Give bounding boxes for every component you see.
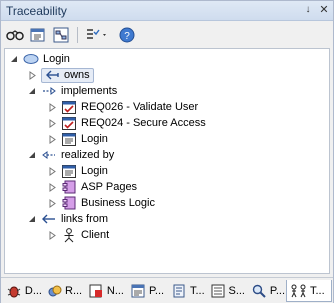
window-title: Traceability: [6, 4, 67, 18]
node-label: links from: [61, 213, 109, 225]
link-arrow-icon: [41, 211, 57, 227]
owns-arrow-icon: [45, 67, 61, 83]
requirement-icon: [61, 115, 77, 131]
traceability-panel: Traceability ↓ ✕ ? Login owns implements…: [0, 0, 334, 303]
realized-by-arrow-icon: [41, 147, 57, 163]
tree-node-req024[interactable]: REQ024 - Secure Access: [47, 115, 206, 131]
node-label: Business Logic: [81, 197, 155, 209]
tab-tagged-values[interactable]: T...: [167, 280, 205, 302]
expand-icon[interactable]: [47, 227, 57, 243]
collapse-icon[interactable]: [9, 51, 19, 67]
svg-text:?: ?: [124, 31, 130, 42]
tab-label: R...: [65, 285, 83, 297]
tab-label: P...: [149, 285, 165, 297]
tab-label: P...: [269, 285, 285, 297]
tree-node-links-from[interactable]: links from: [27, 211, 108, 227]
tab-scenarios[interactable]: S...: [207, 280, 245, 302]
tree-node-client[interactable]: Client: [47, 227, 109, 243]
tree-node-business-logic[interactable]: Business Logic: [47, 195, 155, 211]
tab-label: T...: [310, 284, 325, 297]
diagram-icon[interactable]: [51, 25, 71, 45]
bug-icon: [7, 283, 22, 299]
expand-icon[interactable]: [27, 67, 37, 83]
screen-icon: [61, 131, 77, 147]
toolbar: ?: [1, 22, 333, 48]
tree-node-implements[interactable]: implements: [27, 83, 117, 99]
traceability-icon: [291, 283, 307, 299]
tab-label: N...: [106, 285, 124, 297]
node-label: Login: [81, 133, 108, 145]
expand-icon[interactable]: [47, 163, 57, 179]
scenarios-icon: [211, 283, 225, 299]
collapse-icon[interactable]: [27, 83, 37, 99]
node-label: Login: [43, 53, 70, 65]
component-icon: [61, 195, 77, 211]
requirement-icon: [61, 99, 77, 115]
tab-resources[interactable]: R...: [44, 280, 82, 302]
tab-traceability[interactable]: T...: [286, 280, 332, 302]
expand-icon[interactable]: [47, 131, 57, 147]
tab-notes[interactable]: N...: [85, 280, 124, 302]
component-icon: [61, 179, 77, 195]
screen-icon: [61, 163, 77, 179]
tab-project-browser[interactable]: P...: [247, 280, 285, 302]
expand-icon[interactable]: [47, 179, 57, 195]
expand-icon[interactable]: [47, 99, 57, 115]
tree-node-req026[interactable]: REQ026 - Validate User: [47, 99, 198, 115]
expand-icon[interactable]: [47, 115, 57, 131]
tree-node-asp-pages[interactable]: ASP Pages: [47, 179, 137, 195]
node-label: Login: [81, 165, 108, 177]
traceability-tree: Login owns implements REQ026 - Validate …: [4, 48, 330, 274]
properties-icon: [130, 283, 146, 299]
expand-icon[interactable]: [47, 195, 57, 211]
pin-icon[interactable]: ↓: [302, 4, 314, 16]
tagged-values-icon: [171, 283, 187, 299]
tree-node-root[interactable]: Login: [9, 51, 70, 67]
title-bar: Traceability ↓ ✕: [1, 1, 333, 21]
help-icon[interactable]: ?: [117, 25, 137, 45]
tab-label: T...: [190, 285, 205, 297]
node-label: implements: [61, 85, 118, 97]
node-label: ASP Pages: [81, 181, 138, 193]
realization-arrow-icon: [41, 83, 57, 99]
tab-label: D...: [24, 285, 42, 297]
tab-label: S...: [228, 285, 245, 297]
tab-debug[interactable]: D...: [3, 280, 42, 302]
collapse-icon[interactable]: [27, 147, 37, 163]
filter-icon[interactable]: [83, 25, 109, 45]
node-label: REQ024 - Secure Access: [81, 117, 206, 129]
resources-icon: [48, 283, 62, 299]
usecase-icon: [23, 51, 39, 67]
node-label: owns: [64, 68, 90, 81]
close-icon[interactable]: ✕: [318, 4, 330, 16]
node-label: realized by: [61, 149, 115, 161]
tree-node-impl-login[interactable]: Login: [47, 131, 108, 147]
selected-node: owns: [41, 67, 94, 83]
tab-properties[interactable]: P...: [126, 280, 165, 302]
toolbar-separator: [77, 27, 78, 43]
tree-node-rb-login[interactable]: Login: [47, 163, 108, 179]
actor-icon: [61, 227, 77, 243]
notes-icon: [89, 283, 104, 299]
binoculars-icon[interactable]: [5, 25, 25, 45]
bottom-tab-bar: D... R... N... P... T... S... P... T...: [1, 277, 333, 303]
tree-node-owns[interactable]: owns: [27, 67, 94, 83]
node-label: REQ026 - Validate User: [81, 101, 199, 113]
properties-icon[interactable]: [28, 25, 48, 45]
magnifier-icon: [251, 283, 267, 299]
node-label: Client: [81, 229, 110, 241]
collapse-icon[interactable]: [27, 211, 37, 227]
tree-node-realized-by[interactable]: realized by: [27, 147, 114, 163]
